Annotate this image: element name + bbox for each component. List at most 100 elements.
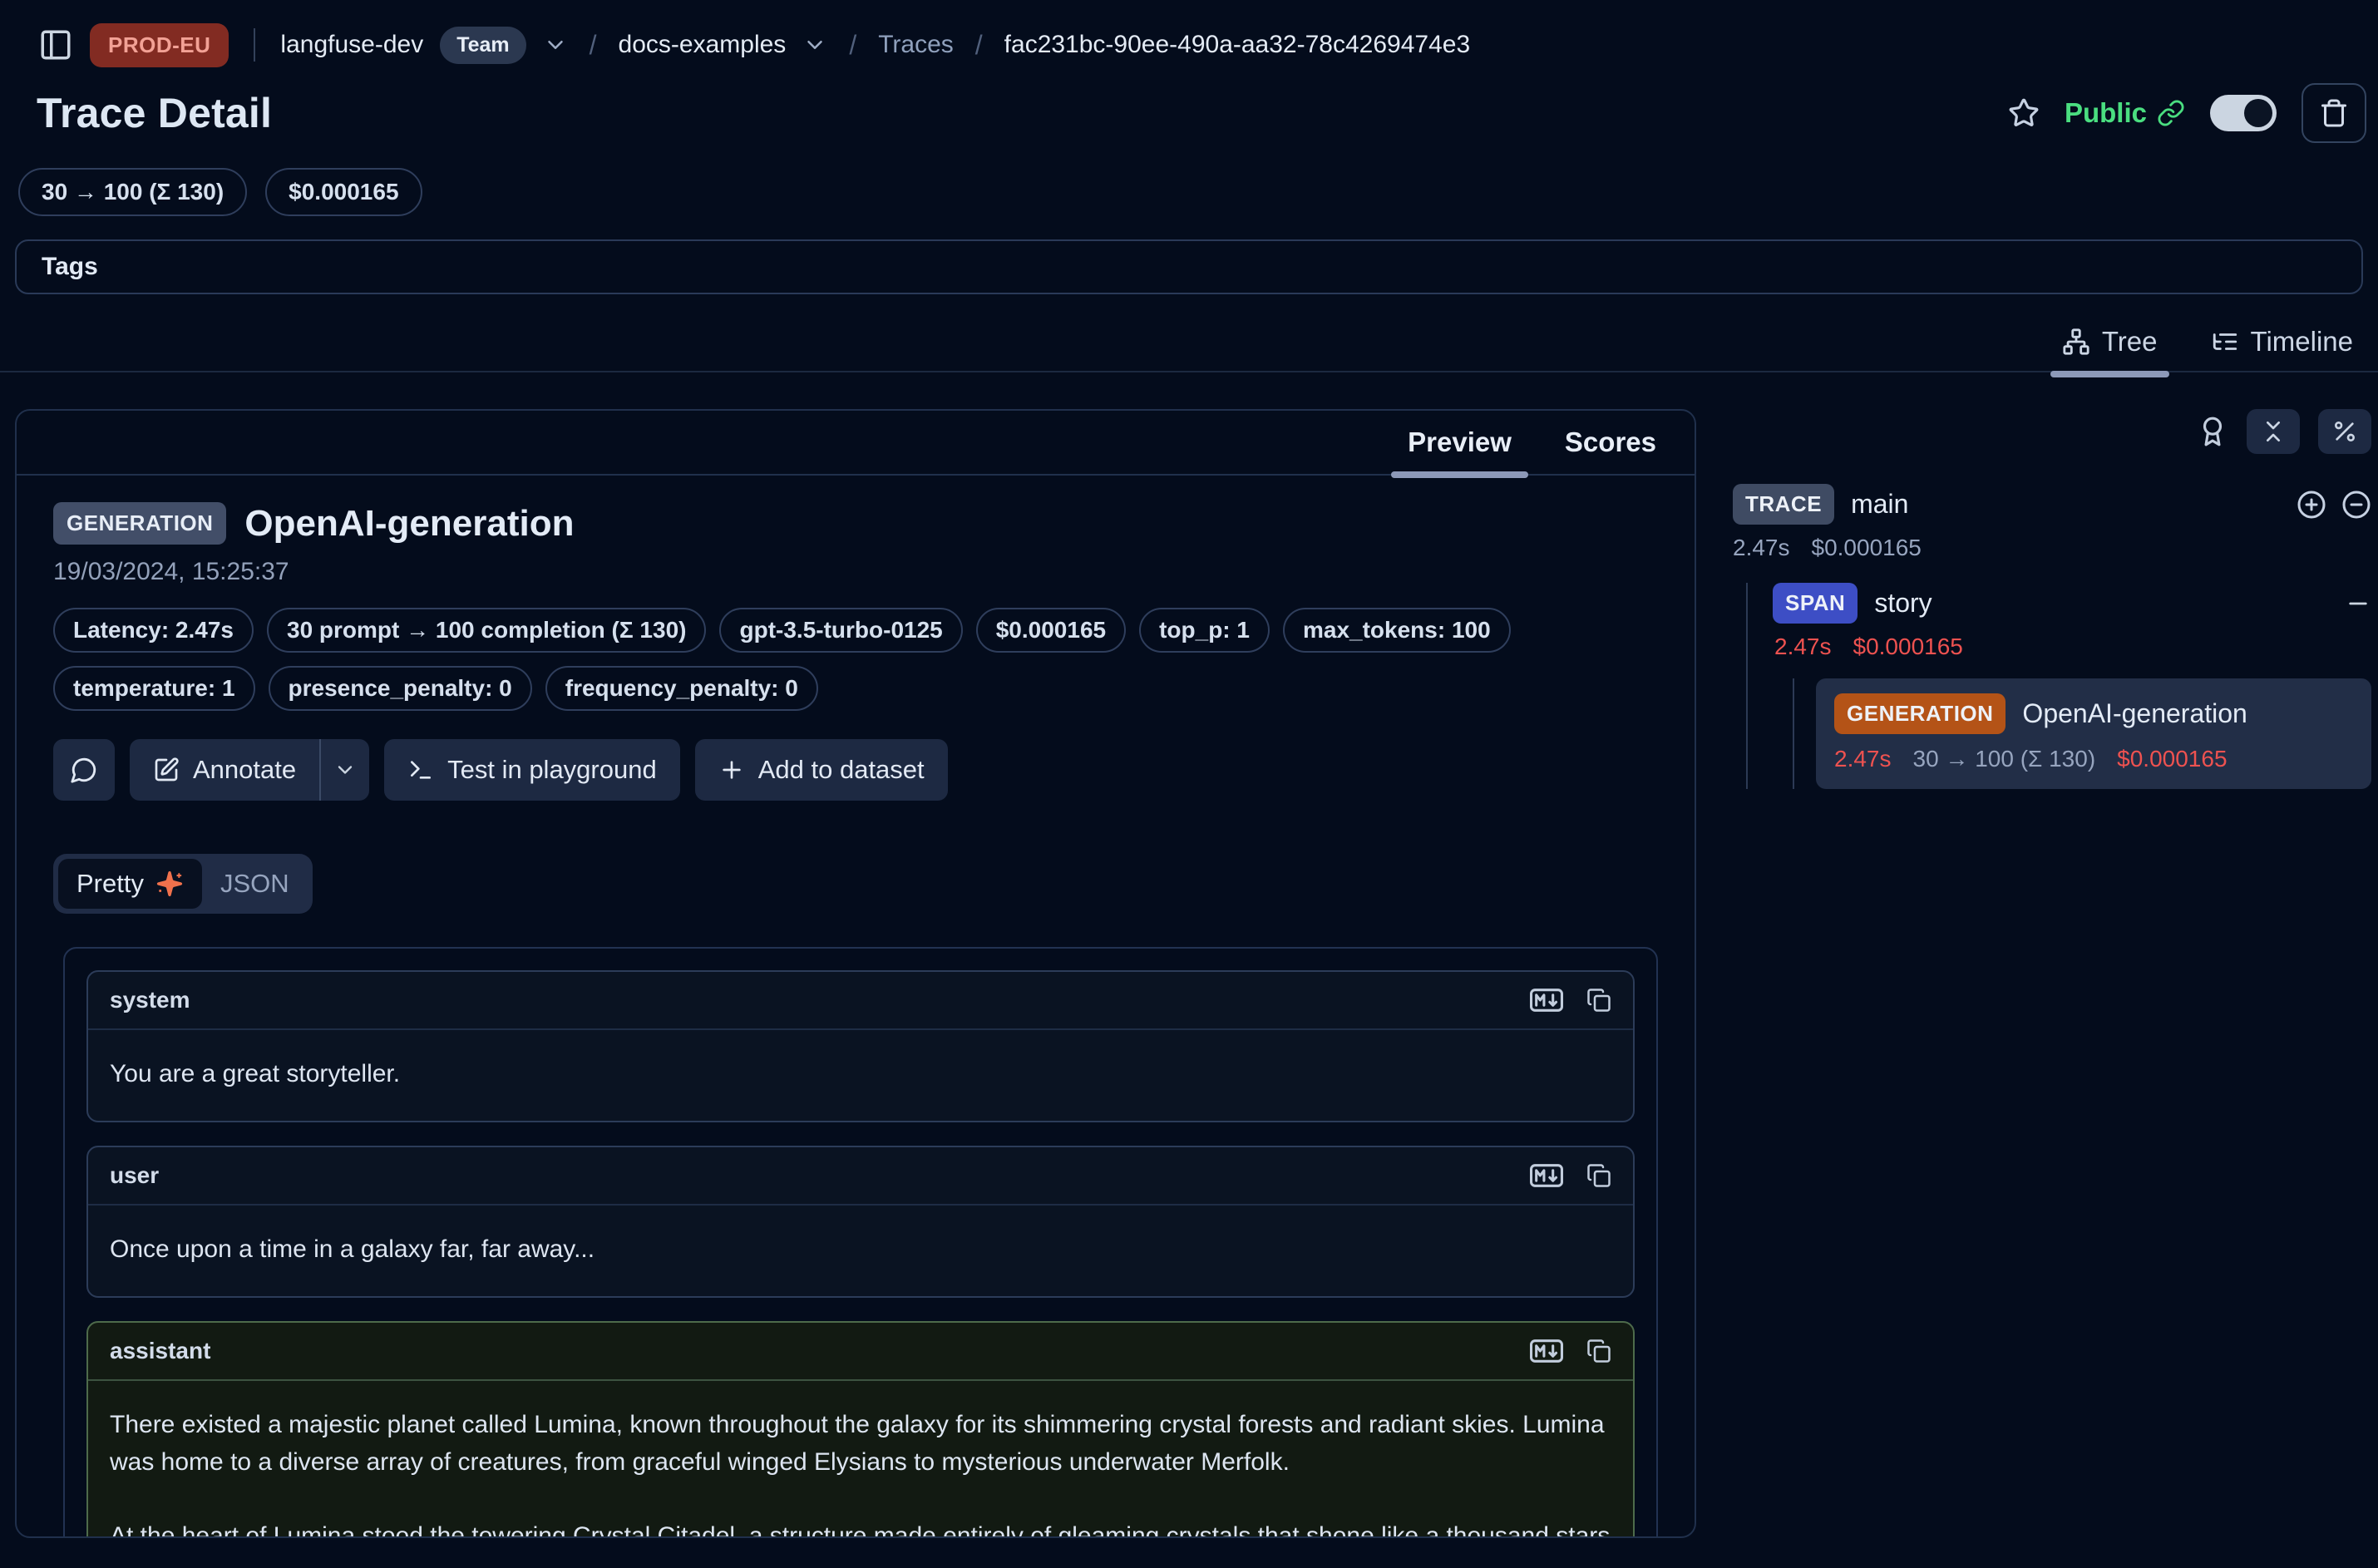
chevron-down-icon[interactable]: [802, 32, 827, 57]
generation-node-name: OpenAI-generation: [2022, 698, 2247, 729]
tags-box[interactable]: Tags: [15, 239, 2363, 294]
comment-icon: [70, 756, 98, 784]
timeline-icon: [2211, 328, 2239, 356]
title-actions: Public: [2008, 83, 2366, 143]
metrics-percent-button[interactable]: [2318, 409, 2371, 454]
comment-button[interactable]: [53, 739, 115, 801]
annotate-label: Annotate: [193, 755, 296, 785]
trace-tree: TRACE main 2.47s: [1733, 484, 2371, 789]
annotate-button[interactable]: Annotate: [130, 739, 319, 801]
frequency-penalty-badge: frequency_penalty: 0: [545, 666, 818, 711]
max-tokens-badge: max_tokens: 100: [1283, 608, 1511, 653]
breadcrumb-trace-id: fac231bc-90ee-490a-aa32-78c4269474e3: [1004, 31, 1470, 59]
cost-badge[interactable]: $0.000165: [976, 608, 1126, 653]
minus-icon: [2345, 590, 2371, 617]
chevron-down-icon[interactable]: [543, 32, 568, 57]
messages-container: system: [63, 947, 1658, 1538]
span-node-metrics: 2.47s $0.000165: [1773, 634, 2371, 660]
copy-button[interactable]: [1586, 988, 1611, 1013]
delete-trace-button[interactable]: [2302, 83, 2366, 143]
breadcrumb-traces[interactable]: Traces: [878, 31, 954, 59]
tags-label: Tags: [42, 253, 98, 281]
scores-award-button[interactable]: [2197, 416, 2228, 447]
span-cost: $0.000165: [1853, 634, 1963, 660]
active-tab-indicator: [1391, 471, 1528, 478]
trace-tree-panel: TRACE main 2.47s: [1733, 409, 2371, 789]
model-badge[interactable]: gpt-3.5-turbo-0125: [719, 608, 962, 653]
format-json-label: JSON: [220, 869, 289, 899]
trace-cost-badge: $0.000165: [265, 168, 422, 216]
markdown-icon: [1530, 1164, 1563, 1187]
generation-node-metrics: 2.47s 30 → 100 (Σ 130) $0.000165: [1834, 746, 2353, 772]
span-node-name: story: [1874, 588, 1932, 619]
content-area: Preview Scores GENERATION OpenAI-generat…: [0, 409, 2378, 1538]
message-tools: [1530, 1163, 1611, 1188]
public-toggle[interactable]: [2210, 95, 2277, 131]
sparkles-icon: [155, 870, 184, 898]
span-node-badge: SPAN: [1773, 583, 1858, 624]
chevron-down-icon: [333, 758, 357, 782]
assistant-paragraph: At the heart of Lumina stood the towerin…: [110, 1517, 1611, 1538]
percent-icon: [2331, 418, 2358, 445]
message-content: You are a great storyteller.: [88, 1030, 1633, 1121]
tab-scores-label: Scores: [1565, 427, 1656, 457]
message-tools: [1530, 988, 1611, 1013]
tab-timeline[interactable]: Timeline: [2211, 326, 2353, 357]
observation-header: GENERATION OpenAI-generation: [53, 502, 1661, 545]
copy-button[interactable]: [1586, 1163, 1611, 1188]
markdown-toggle-button[interactable]: [1530, 989, 1563, 1012]
collapse-all-circle-button[interactable]: [2341, 490, 2371, 520]
span-node-row[interactable]: SPAN story: [1773, 583, 2371, 624]
generation-node-badge: GENERATION: [1834, 693, 2006, 734]
generation-token-usage: 30 → 100 (Σ 130): [1913, 746, 2096, 772]
breadcrumb-org[interactable]: langfuse-dev: [280, 31, 423, 59]
copy-icon: [1586, 1163, 1611, 1188]
annotate-dropdown-button[interactable]: [321, 739, 369, 801]
add-to-dataset-label: Add to dataset: [758, 755, 925, 785]
tab-scores[interactable]: Scores: [1565, 427, 1656, 458]
message-role: system: [110, 987, 190, 1013]
breadcrumb-divider: [254, 28, 255, 62]
latency-badge: Latency: 2.47s: [53, 608, 254, 653]
circle-minus-icon: [2341, 490, 2371, 520]
tree-zoom-controls: [2297, 490, 2371, 520]
environment-badge[interactable]: PROD-EU: [90, 23, 229, 67]
trace-node-row[interactable]: TRACE main: [1733, 484, 2371, 525]
span-node: SPAN story 2.47s $0.000165: [1773, 583, 2371, 789]
tab-tree[interactable]: Tree: [2062, 326, 2158, 357]
message-tools: [1530, 1339, 1611, 1363]
observation-type-badge: GENERATION: [53, 502, 226, 545]
message-header: user: [88, 1147, 1633, 1206]
assistant-paragraph: There existed a majestic planet called L…: [110, 1406, 1611, 1481]
expand-all-button[interactable]: [2297, 490, 2326, 520]
star-icon: [2008, 97, 2040, 129]
trash-icon: [2319, 98, 2349, 128]
format-json-segment[interactable]: JSON: [202, 859, 308, 909]
generation-cost: $0.000165: [2117, 746, 2227, 772]
breadcrumb-separator: /: [975, 30, 983, 61]
message-role: user: [110, 1162, 159, 1189]
collapse-span-button[interactable]: [2345, 590, 2371, 617]
bookmark-star-button[interactable]: [2008, 97, 2040, 129]
observation-title: OpenAI-generation: [244, 503, 574, 545]
markdown-toggle-button[interactable]: [1530, 1339, 1563, 1363]
generation-node-row-selected[interactable]: GENERATION OpenAI-generation 2.47s 30 → …: [1816, 678, 2371, 789]
tree-icon: [2062, 328, 2090, 356]
format-pretty-segment[interactable]: Pretty: [58, 859, 202, 909]
public-link[interactable]: Public: [2065, 97, 2185, 129]
view-tabs: Tree Timeline: [0, 326, 2378, 372]
token-usage-badge[interactable]: 30 prompt → 100 completion (Σ 130): [267, 608, 706, 653]
add-to-dataset-button[interactable]: Add to dataset: [695, 739, 948, 801]
collapse-all-button[interactable]: [2247, 409, 2300, 454]
format-pretty-label: Pretty: [76, 869, 144, 899]
award-icon: [2197, 416, 2228, 447]
markdown-toggle-button[interactable]: [1530, 1164, 1563, 1187]
terminal-icon: [407, 757, 434, 783]
test-in-playground-button[interactable]: Test in playground: [384, 739, 680, 801]
breadcrumb-project[interactable]: docs-examples: [619, 31, 787, 59]
copy-button[interactable]: [1586, 1339, 1611, 1363]
sidebar-toggle-button[interactable]: [38, 27, 73, 62]
tab-preview[interactable]: Preview: [1408, 427, 1512, 458]
tab-timeline-label: Timeline: [2251, 326, 2353, 357]
breadcrumb-separator: /: [590, 30, 597, 61]
